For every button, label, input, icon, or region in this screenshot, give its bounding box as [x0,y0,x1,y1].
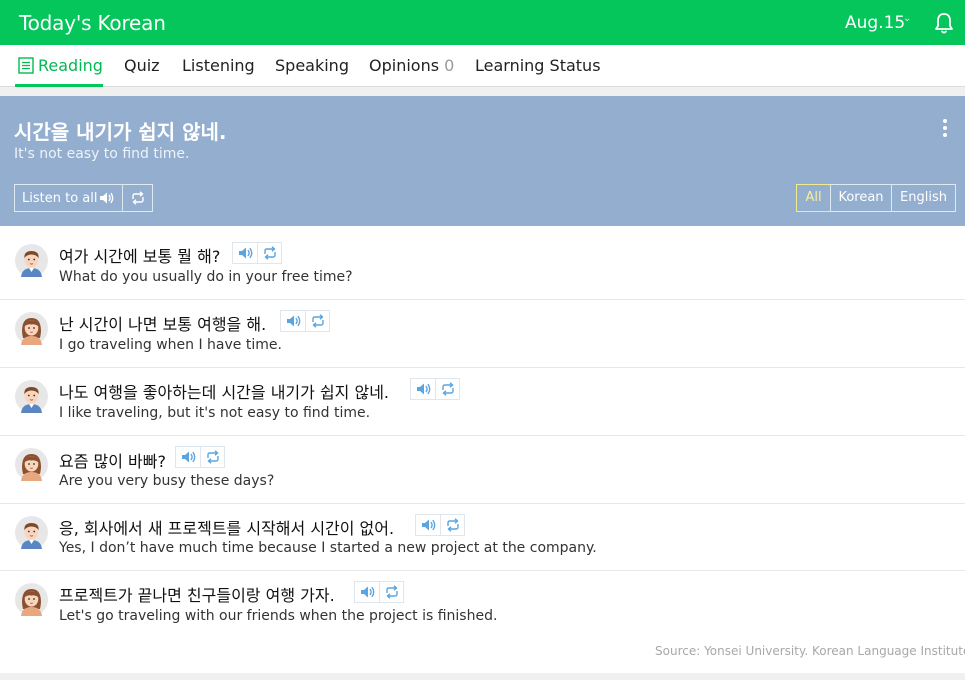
tab-listening[interactable]: Listening [182,56,255,75]
dialogue-korean: 난 시간이 나면 보통 여행을 해. [59,315,267,334]
dialogue-english: Yes, I don’t have much time because I st… [59,540,597,556]
tab-speaking[interactable]: Speaking [275,56,349,75]
dialogue-korean: 여가 시간에 보통 뭘 해? [59,247,221,266]
female-avatar [15,448,48,481]
key-sentence-english: It's not easy to find time. [14,146,190,162]
repeat-icon[interactable] [310,314,326,328]
speaker-icon[interactable] [181,450,197,464]
male-avatar [15,244,48,277]
repeat-icon[interactable] [384,585,400,599]
dialogue-english: What do you usually do in your free time… [59,269,353,285]
dialogue-korean: 요즘 많이 바빠? [59,452,166,471]
repeat-icon[interactable] [440,382,456,396]
repeat-icon[interactable] [130,191,146,205]
repeat-icon[interactable] [445,518,461,532]
speaker-icon[interactable] [416,382,432,396]
tab-opinions-label: Opinions [369,56,440,75]
line-audio-controls [175,446,225,468]
speaker-icon[interactable] [99,191,115,205]
speaker-icon[interactable] [238,246,254,260]
listen-all-button[interactable]: Listen to all [22,191,97,206]
female-avatar [15,312,48,345]
source-credit: Source: Yonsei University. Korean Langua… [655,644,965,658]
male-avatar [15,380,48,413]
dialogue-korean: 응, 회사에서 새 프로젝트를 시작해서 시간이 없어. [59,519,395,538]
document-icon [18,57,34,74]
opinions-count: 0 [444,56,455,75]
app-title: Today's Korean [19,11,166,35]
chevron-down-icon[interactable]: ⌄ [903,13,911,24]
speaker-icon[interactable] [360,585,376,599]
dialogue-korean: 프로젝트가 끝나면 친구들이랑 여행 가자. [59,586,335,605]
filter-korean[interactable]: Korean [830,184,892,212]
top-bar: Today's Korean Aug.15 ⌄ [0,0,965,45]
bell-icon[interactable] [932,11,956,35]
key-sentence-panel: 시간을 내기가 쉽지 않네. It's not easy to find tim… [0,96,965,226]
dialogue-korean: 나도 여행을 좋아하는데 시간을 내기가 쉽지 않네. [59,383,390,402]
repeat-icon[interactable] [205,450,221,464]
dialogue-english: Let's go traveling with our friends when… [59,608,498,624]
listen-all-control: Listen to all [14,184,153,212]
dialogue-english: I go traveling when I have time. [59,337,282,353]
speaker-icon[interactable] [421,518,437,532]
filter-english[interactable]: English [891,184,956,212]
repeat-icon[interactable] [262,246,278,260]
more-options-icon[interactable] [938,119,952,139]
line-audio-controls [280,310,330,332]
date-selector[interactable]: Aug.15 [845,13,905,33]
dialogue-english: I like traveling, but it's not easy to f… [59,405,371,421]
male-avatar [15,516,48,549]
tab-learning-status[interactable]: Learning Status [475,56,601,75]
filter-all[interactable]: All [796,184,831,212]
female-avatar [15,583,48,616]
tab-quiz[interactable]: Quiz [124,56,160,75]
line-audio-controls [354,581,404,603]
divider [122,185,123,211]
tab-opinions[interactable]: Opinions 0 [369,56,454,75]
key-sentence-korean: 시간을 내기가 쉽지 않네. [14,120,227,144]
bottom-divider [0,673,965,680]
line-audio-controls [232,242,282,264]
line-audio-controls [415,514,465,536]
speaker-icon[interactable] [286,314,302,328]
tab-bar: Reading Quiz Listening Speaking Opinions… [0,45,965,87]
line-audio-controls [410,378,460,400]
dialogue-english: Are you very busy these days? [59,473,275,489]
section-divider [0,87,965,96]
tab-reading[interactable]: Reading [38,56,103,75]
